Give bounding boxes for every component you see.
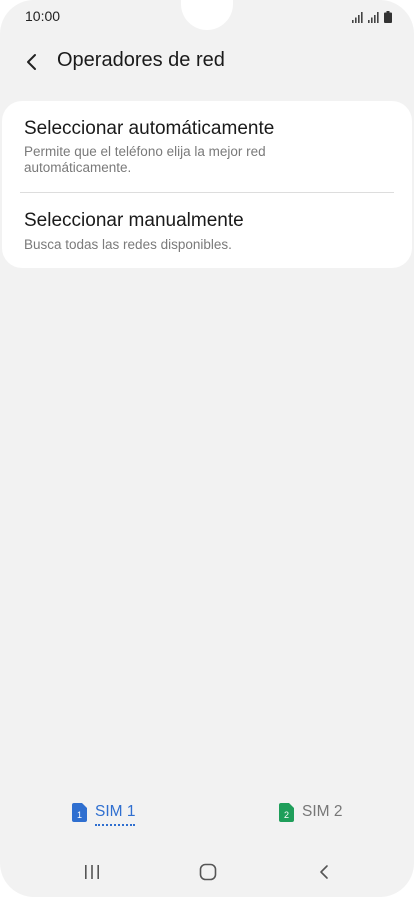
sim-badge-number: 2 [284,810,289,820]
option-title: Seleccionar automáticamente [24,118,275,139]
screen: 10:00 Operadores de red Seleccionar auto… [0,0,414,897]
status-time: 10:00 [25,8,61,24]
sim-tab-label: SIM 1 [95,802,136,826]
home-button[interactable] [193,860,223,884]
home-icon [199,863,217,881]
header: Operadores de red [0,40,414,82]
battery-icon [384,11,392,23]
sim-tab-label: SIM 2 [302,803,343,820]
tab-sim-2[interactable]: 2 SIM 2 [279,802,342,830]
signal-sim1-icon [352,12,363,23]
signal-sim2-icon [368,12,379,23]
status-icons [352,9,392,23]
navigation-bar [0,852,414,892]
option-select-automatically[interactable]: Seleccionar automáticamente Permite que … [2,101,412,193]
page-title: Operadores de red [57,49,225,71]
system-back-button[interactable] [309,860,339,884]
option-title: Seleccionar manualmente [24,210,244,231]
option-description: Permite que el teléfono elija la mejor r… [24,144,266,175]
chevron-left-icon [27,54,36,70]
network-options-card: Seleccionar automáticamente Permite que … [2,101,412,268]
recents-icon [85,865,99,879]
option-description: Busca todas las redes disponibles. [24,237,232,252]
option-select-manually[interactable]: Seleccionar manualmente Busca todas las … [2,193,412,268]
back-button[interactable] [16,46,48,78]
sim-selector: 1 SIM 1 2 SIM 2 [0,796,414,832]
sim-badge-number: 1 [77,810,82,820]
sim-card-icon: 2 [279,803,294,822]
sim-card-icon: 1 [72,803,87,822]
back-icon [320,865,328,879]
recents-button[interactable] [77,860,107,884]
tab-sim-1[interactable]: 1 SIM 1 [72,802,136,830]
